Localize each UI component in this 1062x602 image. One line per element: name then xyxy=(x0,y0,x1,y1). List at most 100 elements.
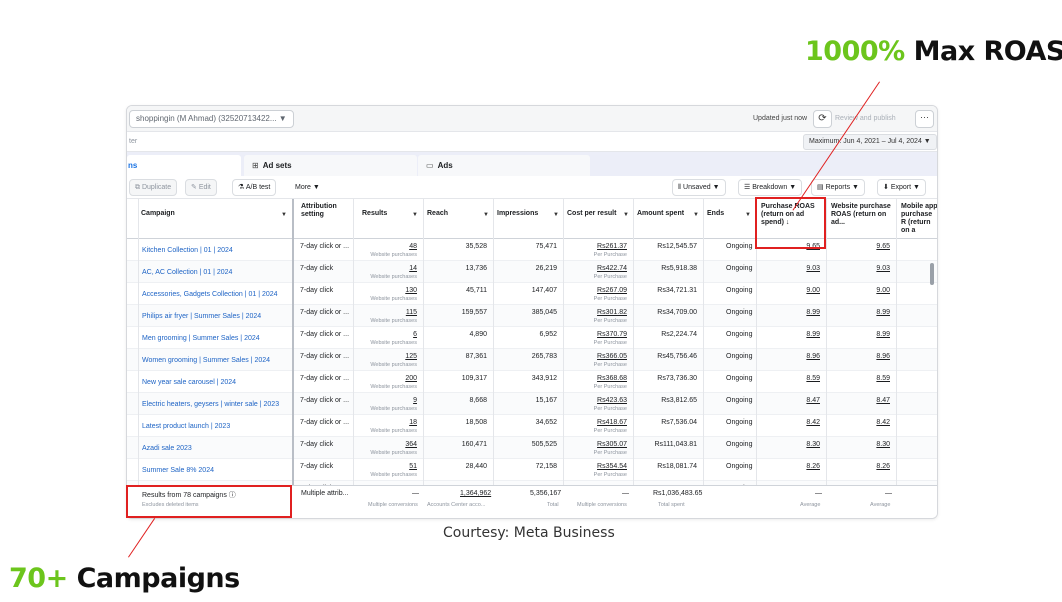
review-publish-button[interactable]: Review and publish xyxy=(835,115,896,122)
table-row[interactable]: Philips air fryer | Summer Sales | 2024 7… xyxy=(127,305,937,327)
purchase-roas-value[interactable]: 8.47 xyxy=(756,393,826,414)
tab-ad-sets[interactable]: ⊞ Ad sets xyxy=(244,155,417,176)
website-roas-value[interactable]: 8.26 xyxy=(826,459,896,480)
cost-per-result-value-subtext: Per Purchase xyxy=(593,384,627,390)
refresh-icon[interactable]: ⟳ xyxy=(813,110,832,128)
campaign-name[interactable]: New year sale carousel | 2024 xyxy=(142,371,292,392)
export-button[interactable]: ⬇ Export ▼ xyxy=(877,179,926,196)
campaign-name[interactable]: Accessories, Gadgets Collection | 01 | 2… xyxy=(142,283,292,304)
vertical-scrollbar[interactable] xyxy=(930,263,934,285)
purchase-roas-value[interactable]: 8.26 xyxy=(756,459,826,480)
purchase-roas-value[interactable]: 8.59 xyxy=(756,371,826,392)
purchase-roas-value[interactable]: 9.00 xyxy=(756,283,826,304)
website-roas-value[interactable]: 8.99 xyxy=(826,305,896,326)
col-impressions[interactable]: Impressions ▼ xyxy=(497,199,563,238)
website-roas-value-text: 8.99 xyxy=(876,309,890,316)
columns-preset-button[interactable]: ⦀ Unsaved ▼ xyxy=(672,179,726,196)
filter-input[interactable]: ter xyxy=(129,138,137,145)
totals-reach[interactable]: 1,364,962 xyxy=(460,490,491,497)
totals-roas: — xyxy=(815,490,822,497)
table-row[interactable]: New year sale carousel | 2024 7-day click… xyxy=(127,371,937,393)
duplicate-button[interactable]: ⧉ Duplicate xyxy=(129,179,178,196)
website-roas-value[interactable]: 8.30 xyxy=(826,437,896,458)
cost-per-result-value[interactable]: Rs267.09 Per Purchase xyxy=(563,283,633,304)
edit-button[interactable]: ✎ Edit xyxy=(185,179,217,196)
campaign-name[interactable]: Latest product launch | 2023 xyxy=(142,415,292,436)
website-roas-value[interactable]: 8.47 xyxy=(826,393,896,414)
campaign-name[interactable]: Philips air fryer | Summer Sales | 2024 xyxy=(142,305,292,326)
more-menu-button[interactable]: More ▼ xyxy=(289,179,326,196)
table-row[interactable]: Women grooming | Summer Sales | 2024 7-da… xyxy=(127,349,937,371)
cost-per-result-value[interactable]: Rs301.82 Per Purchase xyxy=(563,305,633,326)
table-row[interactable]: Summer Sale 8% 2024 7-day click 51 Website … xyxy=(127,459,937,481)
amount-spent-value-text: Rs111,043.81 xyxy=(654,441,697,448)
purchase-roas-value[interactable]: 9.03 xyxy=(756,261,826,282)
campaign-name[interactable]: Men grooming | Summer Sales | 2024 xyxy=(142,327,292,348)
table-row[interactable]: Men grooming | Summer Sales | 2024 7-day … xyxy=(127,327,937,349)
col-results[interactable]: Results ▼ xyxy=(362,199,422,238)
col-amount-spent[interactable]: Amount spent ▼ xyxy=(637,199,703,238)
cost-per-result-value[interactable]: Rs422.74 Per Purchase xyxy=(563,261,633,282)
website-roas-value[interactable]: 8.59 xyxy=(826,371,896,392)
tab-ads[interactable]: ▭ Ads xyxy=(418,155,590,176)
table-row[interactable]: AC, AC Collection | 01 | 2024 7-day click… xyxy=(127,261,937,283)
purchase-roas-value[interactable]: 8.99 xyxy=(756,327,826,348)
cost-per-result-value[interactable]: Rs354.54 Per Purchase xyxy=(563,459,633,480)
results-value[interactable]: 51 Website purchases xyxy=(353,459,423,480)
col-cost-per-result[interactable]: Cost per result ▼ xyxy=(567,199,633,238)
results-value[interactable]: 125 Website purchases xyxy=(353,349,423,370)
cost-per-result-value[interactable]: Rs305.07 Per Purchase xyxy=(563,437,633,458)
results-value[interactable]: 115 Website purchases xyxy=(353,305,423,326)
campaign-name[interactable]: Kitchen Collection | 01 | 2024 xyxy=(142,239,292,260)
results-value[interactable]: 48 Website purchases xyxy=(353,239,423,260)
table-row[interactable]: Azadi sale 2023 7-day click 364 Website pur… xyxy=(127,437,937,459)
cost-per-result-value[interactable]: Rs366.05 Per Purchase xyxy=(563,349,633,370)
website-roas-value[interactable]: 8.99 xyxy=(826,327,896,348)
purchase-roas-value[interactable]: 8.96 xyxy=(756,349,826,370)
cost-per-result-value[interactable]: Rs368.68 Per Purchase xyxy=(563,371,633,392)
results-value[interactable]: 18 Website purchases xyxy=(353,415,423,436)
ab-test-button[interactable]: ⚗ A/B test xyxy=(232,179,277,196)
purchase-roas-value[interactable]: 8.99 xyxy=(756,305,826,326)
website-roas-value[interactable]: 8.42 xyxy=(826,415,896,436)
col-website-roas[interactable]: Website purchase ROAS (return on ad... xyxy=(831,199,893,238)
results-value[interactable]: 130 Website purchases xyxy=(353,283,423,304)
cost-per-result-value[interactable]: Rs418.67 Per Purchase xyxy=(563,415,633,436)
table-row[interactable]: Latest product launch | 2023 7-day click … xyxy=(127,415,937,437)
website-roas-value-text: 8.96 xyxy=(876,353,890,360)
reports-button[interactable]: ▤ Reports ▼ xyxy=(811,179,865,196)
breakdown-button[interactable]: ☰ Breakdown ▼ xyxy=(738,179,803,196)
campaign-name[interactable]: Women grooming | Summer Sales | 2024 xyxy=(142,349,292,370)
results-value[interactable]: 14 Website purchases xyxy=(353,261,423,282)
website-roas-value[interactable]: 8.96 xyxy=(826,349,896,370)
cost-per-result-value[interactable]: Rs261.37 Per Purchase xyxy=(563,239,633,260)
results-value[interactable]: 364 Website purchases xyxy=(353,437,423,458)
campaign-name[interactable]: AC, AC Collection | 01 | 2024 xyxy=(142,261,292,282)
campaign-name[interactable]: Summer Sale 8% 2024 xyxy=(142,459,292,480)
purchase-roas-value[interactable]: 8.42 xyxy=(756,415,826,436)
campaign-name[interactable]: Azadi sale 2023 xyxy=(142,437,292,458)
account-selector[interactable]: shoppingin (M Ahmad) (32520713422... ▼ xyxy=(129,110,294,128)
col-mobile-roas[interactable]: Mobile app purchase R (return on a xyxy=(901,199,937,238)
col-campaign[interactable]: Campaign ▼ xyxy=(141,199,291,238)
cost-per-result-value[interactable]: Rs423.63 Per Purchase xyxy=(563,393,633,414)
purchase-roas-value[interactable]: 8.30 xyxy=(756,437,826,458)
results-value[interactable]: 9 Website purchases xyxy=(353,393,423,414)
results-value[interactable]: 6 Website purchases xyxy=(353,327,423,348)
website-roas-value[interactable]: 9.00 xyxy=(826,283,896,304)
campaign-name[interactable]: Electric heaters, geysers | winter sale … xyxy=(142,393,292,414)
reach-value-text: 87,361 xyxy=(465,353,487,360)
results-value[interactable]: 200 Website purchases xyxy=(353,371,423,392)
cost-per-result-value[interactable]: Rs370.79 Per Purchase xyxy=(563,327,633,348)
reach-value-text: 8,668 xyxy=(469,397,487,404)
col-attribution[interactable]: Attribution setting xyxy=(300,199,354,238)
table-row[interactable]: Electric heaters, geysers | winter sale … xyxy=(127,393,937,415)
tab-campaigns[interactable]: ns xyxy=(127,155,241,176)
table-row[interactable]: Accessories, Gadgets Collection | 01 | 2… xyxy=(127,283,937,305)
col-ends[interactable]: Ends ▼ xyxy=(707,199,755,238)
col-reach[interactable]: Reach ▼ xyxy=(427,199,493,238)
more-options-button[interactable]: ··· xyxy=(915,110,934,128)
website-roas-value[interactable]: 9.03 xyxy=(826,261,896,282)
website-roas-value[interactable]: 9.65 xyxy=(826,239,896,260)
date-range-picker[interactable]: Maximum: Jun 4, 2021 – Jul 4, 2024 ▼ xyxy=(803,134,937,150)
